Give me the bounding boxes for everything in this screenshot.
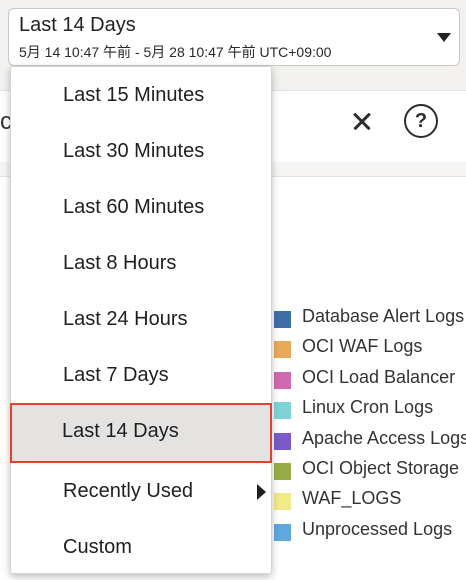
menu-item-last-8-hours[interactable]: Last 8 Hours bbox=[11, 237, 271, 293]
legend-label: Unprocessed Logs bbox=[302, 518, 453, 539]
menu-item-label: Last 30 Minutes bbox=[63, 140, 205, 162]
menu-item-label: Custom bbox=[63, 536, 132, 558]
legend-label: Linux Cron Logs bbox=[302, 397, 434, 418]
menu-item-label: Last 60 Minutes bbox=[63, 196, 205, 218]
legend-item[interactable]: Apache Access Logs bbox=[274, 426, 466, 456]
menu-item-last-24-hours[interactable]: Last 24 Hours bbox=[11, 293, 271, 349]
legend-label: WAF_LOGS bbox=[302, 488, 402, 509]
menu-item-last-60-minutes[interactable]: Last 60 Minutes bbox=[11, 181, 271, 237]
legend-swatch bbox=[274, 462, 291, 480]
chart-legend: Database Alert Logs OCI WAF Logs OCI Loa… bbox=[274, 304, 466, 547]
help-icon[interactable]: ? bbox=[404, 104, 438, 138]
time-range-select[interactable]: Last 14 Days 5月 14 10:47 午前 - 5月 28 10:4… bbox=[8, 8, 460, 66]
chevron-down-icon[interactable] bbox=[437, 33, 451, 42]
legend-swatch bbox=[274, 341, 291, 359]
legend-swatch bbox=[274, 311, 291, 328]
menu-item-label: Last 7 Days bbox=[63, 364, 169, 386]
legend-label: OCI Object Storage bbox=[302, 457, 460, 478]
menu-item-label: Last 8 Hours bbox=[63, 252, 177, 274]
time-range-value: Last 14 Days bbox=[19, 14, 136, 36]
legend-item[interactable]: OCI Load Balancer bbox=[274, 365, 466, 395]
time-range-menu: Last 15 Minutes Last 30 Minutes Last 60 … bbox=[10, 66, 272, 574]
chevron-right-icon bbox=[257, 484, 266, 500]
menu-item-recently-used[interactable]: Recently Used bbox=[11, 465, 271, 521]
legend-label: OCI WAF Logs bbox=[302, 336, 423, 357]
legend-item[interactable]: Linux Cron Logs bbox=[274, 395, 466, 425]
legend-item[interactable]: OCI Object Storage bbox=[274, 456, 466, 486]
legend-item[interactable]: OCI WAF Logs bbox=[274, 334, 466, 364]
legend-label: OCI Load Balancer bbox=[302, 366, 456, 387]
menu-item-last-14-days[interactable]: Last 14 Days bbox=[10, 403, 272, 463]
menu-item-last-7-days[interactable]: Last 7 Days bbox=[11, 349, 271, 405]
legend-label: Database Alert Logs bbox=[302, 306, 465, 326]
legend-swatch bbox=[274, 493, 291, 511]
legend-item[interactable]: Unprocessed Logs bbox=[274, 517, 466, 547]
legend-item[interactable]: WAF_LOGS bbox=[274, 486, 466, 516]
menu-item-label: Recently Used bbox=[63, 480, 194, 502]
legend-swatch bbox=[274, 402, 291, 420]
legend-label: Apache Access Logs bbox=[302, 427, 466, 448]
time-range-dates: 5月 14 10:47 午前 - 5月 28 10:47 午前 UTC+09:0… bbox=[19, 44, 332, 60]
menu-item-last-15-minutes[interactable]: Last 15 Minutes bbox=[11, 69, 271, 125]
close-icon[interactable] bbox=[348, 104, 376, 138]
menu-item-last-30-minutes[interactable]: Last 30 Minutes bbox=[11, 125, 271, 181]
menu-item-custom[interactable]: Custom bbox=[11, 521, 271, 577]
menu-item-label: Last 24 Hours bbox=[63, 308, 188, 330]
legend-swatch bbox=[274, 371, 291, 389]
legend-swatch bbox=[274, 523, 291, 541]
menu-item-label: Last 15 Minutes bbox=[63, 84, 205, 106]
legend-swatch bbox=[274, 432, 291, 450]
menu-item-label: Last 14 Days bbox=[62, 420, 179, 442]
legend-item[interactable]: Database Alert Logs bbox=[274, 304, 466, 334]
